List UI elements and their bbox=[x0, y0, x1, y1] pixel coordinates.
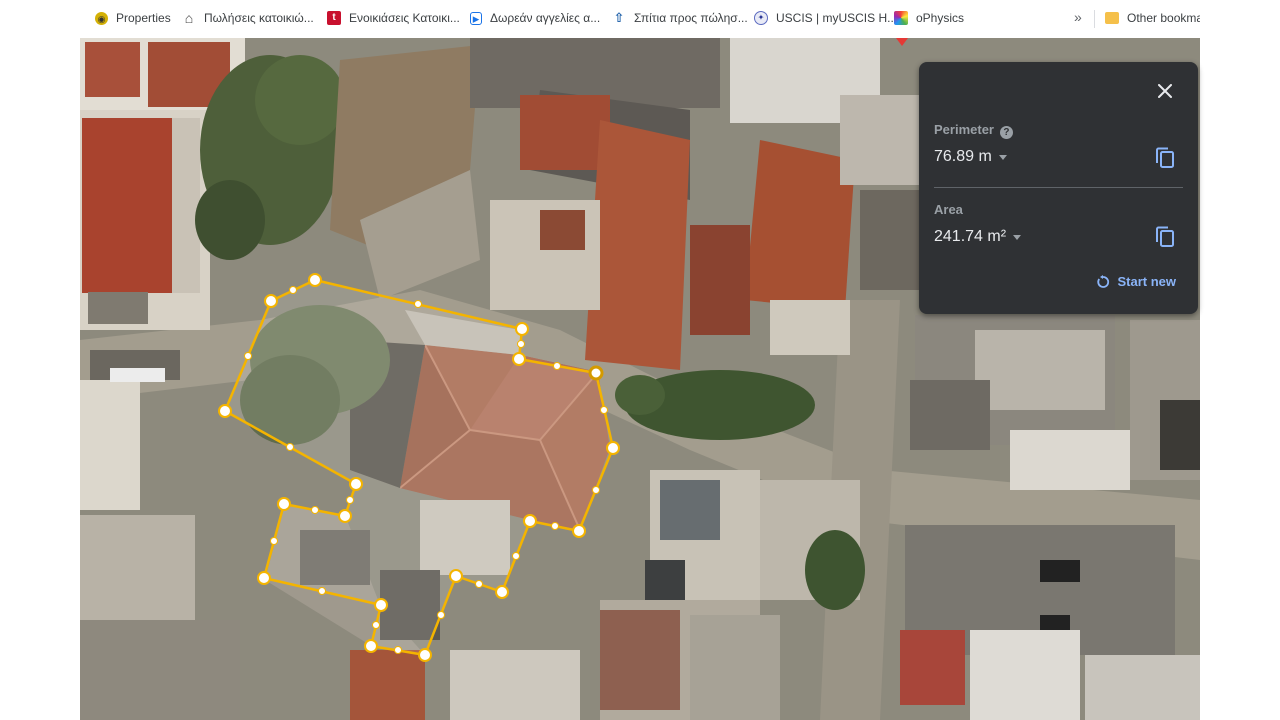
start-new-label: Start new bbox=[1117, 274, 1176, 289]
perimeter-label-row: Perimeter? bbox=[934, 122, 1013, 139]
uscis-seal-icon: ✦ bbox=[754, 11, 768, 25]
area-label: Area bbox=[934, 202, 963, 217]
caret-down-icon bbox=[998, 154, 1007, 160]
ophysics-icon bbox=[894, 11, 908, 25]
measured-area-polygon[interactable] bbox=[223, 278, 615, 657]
bookmarks-divider bbox=[1094, 10, 1095, 28]
caret-down-icon bbox=[1013, 234, 1022, 240]
close-button[interactable] bbox=[1152, 78, 1178, 104]
panel-divider bbox=[934, 187, 1183, 188]
area-value-dropdown[interactable]: 241.74 m² bbox=[934, 228, 1022, 246]
map-pin-icon bbox=[896, 38, 908, 46]
copy-area-button[interactable] bbox=[1154, 225, 1176, 249]
bookmark-label: USCIS | myUSCIS H... bbox=[776, 11, 898, 25]
perimeter-value-dropdown[interactable]: 76.89 m bbox=[934, 148, 1007, 166]
restart-icon bbox=[1097, 274, 1110, 288]
bookmark-rentals[interactable]: t Ενοικιάσεις Κατοικι... bbox=[327, 11, 460, 25]
house-icon: ⌂ bbox=[184, 10, 194, 26]
bookmark-properties[interactable]: ◉ Properties bbox=[95, 11, 171, 25]
bookmark-label: Properties bbox=[116, 11, 171, 25]
bookmark-label: Σπίτια προς πώλησ... bbox=[634, 11, 748, 25]
perimeter-label: Perimeter bbox=[934, 122, 994, 137]
copy-perimeter-button[interactable] bbox=[1154, 146, 1176, 170]
bookmark-uscis[interactable]: ✦ USCIS | myUSCIS H... bbox=[754, 11, 897, 25]
folder-icon bbox=[1105, 12, 1119, 24]
other-bookmarks-label: Other bookmarks bbox=[1127, 11, 1200, 25]
area-value: 241.74 m² bbox=[934, 228, 1007, 245]
measure-distance-panel: Perimeter? 76.89 m Area 241.74 m² Start … bbox=[919, 62, 1198, 314]
map-marker-icon: ▸ bbox=[470, 11, 482, 25]
bookmark-label: Δωρεάν αγγελίες α... bbox=[490, 11, 601, 25]
bookmark-sales-homes[interactable]: ⌂ Πωλήσεις κατοικιώ... bbox=[182, 11, 314, 25]
bookmark-ophysics[interactable]: oPhysics bbox=[894, 11, 964, 25]
perimeter-value: 76.89 m bbox=[934, 148, 992, 165]
t-logo-icon: t bbox=[327, 11, 341, 25]
close-icon bbox=[1158, 84, 1172, 98]
help-icon[interactable]: ? bbox=[999, 126, 1013, 139]
bookmark-label: Ενοικιάσεις Κατοικι... bbox=[349, 11, 460, 25]
bookmark-houses-for-sale[interactable]: ⇧ Σπίτια προς πώλησ... bbox=[612, 10, 748, 26]
bookmark-label: oPhysics bbox=[916, 11, 965, 25]
bookmark-free-ads[interactable]: ▸ Δωρεάν αγγελίες α... bbox=[470, 11, 600, 25]
bookmarks-bar: ◉ Properties ⌂ Πωλήσεις κατοικιώ... t Εν… bbox=[80, 0, 1200, 38]
other-bookmarks-folder[interactable]: Other bookmarks bbox=[1105, 11, 1200, 25]
properties-icon: ◉ bbox=[95, 11, 108, 25]
bookmark-label: Πωλήσεις κατοικιώ... bbox=[204, 11, 314, 25]
active-vertex[interactable] bbox=[588, 365, 604, 381]
start-new-button[interactable]: Start new bbox=[1096, 274, 1176, 289]
arrow-up-home-icon: ⇧ bbox=[613, 10, 625, 25]
more-bookmarks-button[interactable]: » bbox=[1074, 9, 1082, 25]
